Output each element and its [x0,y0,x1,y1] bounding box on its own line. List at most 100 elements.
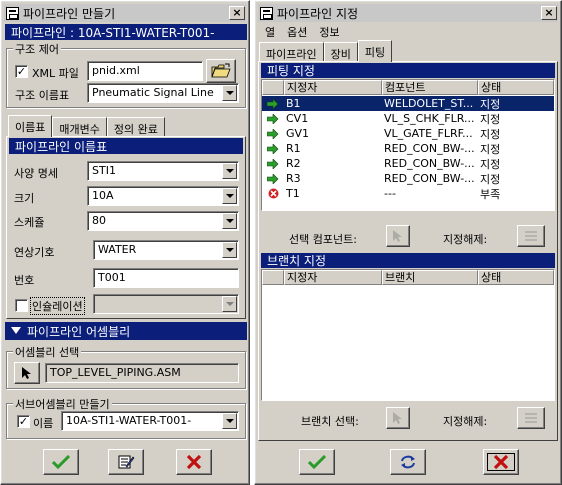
refresh-button[interactable] [390,449,426,475]
number-input[interactable]: T001 [93,268,239,288]
title-bar[interactable]: 파이프라인 지정 × [258,4,558,22]
pipeline-name-banner: 파이프라인 : 10A-STI1-WATER-T001- [5,24,247,40]
branch-assign-banner: 브랜치 지정 [261,253,555,268]
fitting-designator: R3 [286,172,301,185]
close-button[interactable]: × [229,6,245,20]
insulation-checkbox[interactable] [15,299,28,312]
edit-document-icon [118,455,135,469]
chevron-down-icon[interactable] [222,213,237,229]
fitting-row[interactable]: R3 RED_CON_BW-... 지정 [262,171,554,186]
chevron-down-icon[interactable] [222,296,237,312]
checkmark-icon [52,455,70,469]
insulation-select[interactable] [93,294,239,314]
sub-assembly-name-select[interactable]: 10A-STI1-WATER-T001- [61,411,239,431]
tab-parameters[interactable]: 매개변수 [52,117,107,137]
select-component-button[interactable] [386,225,410,247]
number-label: 번호 [14,274,35,287]
chevron-down-icon[interactable] [222,188,237,204]
window-title: 파이프라인 지정 [277,6,359,21]
chevron-down-icon[interactable] [222,163,237,179]
fitting-designator: R2 [286,157,301,170]
sub-assembly-name-value: 10A-STI1-WATER-T001- [66,414,192,427]
cursor-icon [393,412,402,424]
column-header-status[interactable]: 상태 [478,270,554,285]
fitting-component: VL_S_CHK_FLR... [384,112,475,125]
pipeline-create-window: 파이프라인 만들기 × 파이프라인 : 10A-STI1-WATER-T001-… [0,0,250,485]
title-bar[interactable]: 파이프라인 만들기 × [4,4,246,22]
open-folder-button[interactable] [206,59,236,83]
branch-list-header: 지정자 브랜치 상태 [262,270,554,285]
assigned-arrow-icon [262,98,284,109]
sub-assembly-name-checkbox[interactable]: ✓ [17,415,30,428]
fitting-component: VL_GATE_FLRF... [384,127,473,140]
select-branch-label: 브랜치 선택: [301,415,359,428]
size-select[interactable]: 10A [87,186,239,206]
structure-name-select[interactable]: Pneumatic Signal Line [87,83,239,103]
ok-button[interactable] [43,449,79,475]
sub-assembly-name-label: 이름 [33,417,54,430]
tab-definition-complete[interactable]: 정의 완료 [106,117,165,137]
column-header-component[interactable]: 컴포넌트 [382,80,478,95]
tab-fitting[interactable]: 피팅 [357,40,393,62]
pipeline-assign-window: 파이프라인 지정 × 열 옵션 정보 파이프라인 장비 피팅 피팅 지정 지정자… [254,0,562,485]
fitting-designator: GV1 [286,127,310,140]
spec-value: STI1 [92,164,116,177]
assigned-arrow-icon [262,143,284,154]
open-folder-icon [211,63,231,78]
select-assembly-button[interactable] [14,362,40,384]
fitting-status: 지정 [480,142,501,156]
mnemonic-value: WATER [98,243,137,256]
fitting-row[interactable]: R2 RED_CON_BW-... 지정 [262,156,554,171]
cancel-button[interactable] [176,449,212,475]
menu-options[interactable]: 옵션 [281,24,313,40]
fitting-component: RED_CON_BW-... [384,142,475,155]
fitting-component: RED_CON_BW-... [384,157,475,170]
menu-columns[interactable]: 열 [259,24,281,40]
column-header-icon[interactable] [262,270,284,285]
apply-button[interactable] [108,449,144,475]
unassign-button[interactable] [517,225,545,247]
branch-list[interactable]: 지정자 브랜치 상태 [261,269,555,401]
tab-name-label[interactable]: 이름표 [8,115,53,137]
schedule-select[interactable]: 80 [87,211,239,231]
chevron-down-icon[interactable] [222,242,237,258]
xml-file-input[interactable]: pnid.xml [87,61,203,81]
fitting-component: RED_CON_BW-... [384,172,475,185]
chevron-down-icon[interactable] [222,413,237,429]
pipeline-label-banner: 파이프라인 이름표 [9,138,243,154]
checkmark-icon [308,455,326,469]
fitting-list[interactable]: 지정자 컴포넌트 상태 B1 WELDOLET_ST... 지정 CV1 VL_S_CH… [261,79,555,211]
size-label: 크기 [14,192,35,205]
close-button[interactable]: × [541,6,557,20]
column-header-branch[interactable]: 브랜치 [382,270,478,285]
fitting-status: 지정 [480,112,501,126]
tab-equipment[interactable]: 장비 [323,42,358,62]
fitting-row[interactable]: GV1 VL_GATE_FLRF... 지정 [262,126,554,141]
sub-assembly-legend: 서브어셈블리 만들기 [13,396,112,412]
column-header-designator[interactable]: 지정자 [284,270,382,285]
column-header-status[interactable]: 상태 [478,80,554,95]
fitting-list-header: 지정자 컴포넌트 상태 [262,80,554,95]
structure-control-legend: 구조 제어 [13,41,61,57]
cursor-icon [22,367,31,379]
column-header-designator[interactable]: 지정자 [284,80,382,95]
unassign-label: 지정해제: [443,233,488,246]
branch-unassign-button[interactable] [517,407,545,429]
fitting-row[interactable]: B1 WELDOLET_ST... 지정 [262,96,554,111]
fitting-component: WELDOLET_ST... [384,97,474,110]
chevron-down-icon[interactable] [222,85,237,101]
select-component-label: 선택 컴포넌트: [289,233,357,246]
fitting-row[interactable]: R1 RED_CON_BW-... 지정 [262,141,554,156]
select-branch-button[interactable] [386,407,410,429]
tab-pipeline[interactable]: 파이프라인 [259,42,324,62]
ok-button[interactable] [299,449,335,475]
menu-info[interactable]: 정보 [313,24,345,40]
xml-file-checkbox[interactable]: ✓ [15,65,28,78]
column-header-icon[interactable] [262,80,284,95]
pipeline-assembly-banner[interactable]: 파이프라인 어셈블리 [5,322,247,340]
fitting-row[interactable]: CV1 VL_S_CHK_FLR... 지정 [262,111,554,126]
fitting-row[interactable]: T1 --- 부족 [262,186,554,201]
spec-select[interactable]: STI1 [87,161,239,181]
cancel-button[interactable] [483,449,519,475]
mnemonic-select[interactable]: WATER [93,240,239,260]
